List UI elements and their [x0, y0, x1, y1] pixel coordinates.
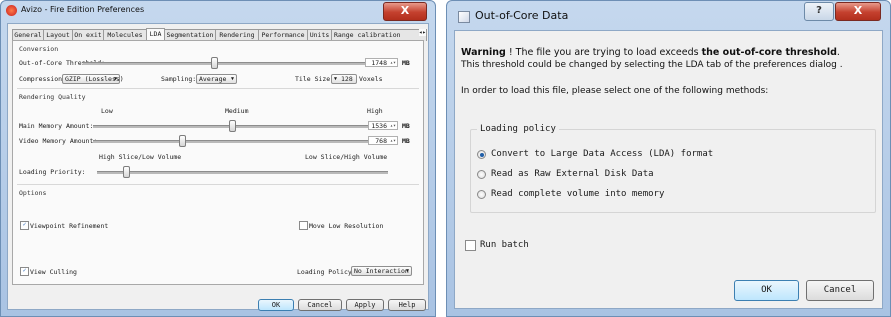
dropdown-arrow-icon: ▼: [334, 76, 338, 82]
rendering-divider: [17, 184, 419, 185]
lda-tab-pane: Conversion Out-of-Core Threshold: 1748 ▴▾…: [12, 40, 424, 285]
spin-arrows-icon[interactable]: ▴▾: [390, 137, 396, 146]
threshold-spinbox[interactable]: 1748 ▴▾: [365, 58, 398, 67]
main-memory-slider-track[interactable]: [93, 125, 388, 128]
video-memory-slider-handle[interactable]: [178, 135, 186, 147]
tile-size-select[interactable]: ▼ 128: [331, 74, 357, 84]
dialog-body: Warning ! The file you are trying to loa…: [454, 30, 883, 309]
video-memory-value: 768: [375, 137, 387, 145]
convert-lda-label[interactable]: Convert to Large Data Access (LDA) forma…: [491, 149, 713, 159]
dropdown-arrow-icon: ▼: [405, 268, 409, 274]
high-slice-low-volume-label: High Slice/Low Volume: [99, 153, 182, 161]
sampling-select[interactable]: Average ▼: [196, 74, 237, 84]
dialog-ok-button[interactable]: OK: [734, 280, 799, 301]
threshold-slider-handle[interactable]: [210, 57, 218, 69]
loading-policy-label: Loading Policy:: [297, 268, 356, 276]
quality-medium-label: Medium: [225, 107, 249, 115]
loading-policy-value: No Interaction: [354, 267, 409, 275]
dialog-app-icon: [458, 11, 470, 23]
run-batch-checkbox[interactable]: [465, 240, 476, 251]
dropdown-arrow-icon: ▼: [113, 76, 117, 82]
main-memory-spinbox[interactable]: 1536 ▴▾: [368, 121, 398, 130]
cancel-button[interactable]: Cancel: [298, 299, 342, 311]
read-memory-label[interactable]: Read complete volume into memory: [491, 189, 664, 199]
conversion-divider: [17, 88, 419, 89]
dialog-title: Out-of-Core Data: [475, 9, 569, 22]
instruction-text: In order to load this file, please selec…: [461, 86, 769, 96]
warning-message: Warning ! The file you are trying to loa…: [461, 47, 840, 58]
preferences-tab-bar: General Layout On exit Molecules LDA Seg…: [12, 28, 427, 41]
threshold-slider-track[interactable]: [83, 62, 387, 65]
main-memory-slider-handle[interactable]: [228, 120, 236, 132]
viewpoint-refinement-label: Viewpoint Refinement: [30, 222, 109, 230]
conversion-section-title: Conversion: [19, 45, 59, 53]
read-memory-radio[interactable]: [477, 190, 486, 199]
low-slice-high-volume-label: Low Slice/High Volume: [305, 153, 388, 161]
preferences-title: Avizo - Fire Edition Preferences: [21, 5, 145, 14]
move-low-resolution-checkbox[interactable]: [299, 221, 308, 230]
spin-arrows-icon[interactable]: ▴▾: [390, 122, 396, 131]
loading-priority-slider-track[interactable]: [97, 171, 388, 174]
spin-arrows-icon[interactable]: ▴▾: [390, 59, 396, 68]
apply-button[interactable]: Apply: [346, 299, 384, 311]
options-section-title: Options: [19, 189, 47, 197]
threshold-emphasis: the out-of-core threshold: [701, 47, 837, 58]
threshold-unit: MB: [402, 59, 410, 67]
video-memory-slider-track[interactable]: [93, 140, 388, 143]
quality-low-label: Low: [101, 107, 113, 115]
view-culling-checkbox[interactable]: ✓: [20, 267, 29, 276]
video-memory-unit: MB: [402, 137, 410, 145]
loading-priority-label: Loading Priority:: [19, 168, 86, 176]
run-batch-label[interactable]: Run batch: [480, 240, 529, 250]
read-raw-radio[interactable]: [477, 170, 486, 179]
ok-button[interactable]: OK: [258, 299, 294, 311]
video-memory-spinbox[interactable]: 768 ▴▾: [368, 136, 398, 145]
tile-size-unit: Voxels: [359, 75, 383, 83]
loading-priority-slider-handle[interactable]: [123, 166, 131, 178]
warning-end: .: [836, 47, 840, 58]
warning-label: Warning: [461, 47, 506, 58]
threshold-hint-text: This threshold could be changed by selec…: [461, 60, 843, 70]
loading-policy-group-title: Loading policy: [477, 124, 559, 134]
threshold-value: 1748: [371, 59, 387, 67]
preferences-body: General Layout On exit Molecules LDA Seg…: [7, 23, 429, 311]
view-culling-label: View Culling: [30, 268, 77, 276]
preferences-titlebar[interactable]: Avizo - Fire Edition Preferences X: [1, 1, 435, 23]
quality-high-label: High: [367, 107, 383, 115]
move-low-resolution-label: Move Low Resolution: [309, 222, 384, 230]
main-memory-unit: MB: [402, 122, 410, 130]
dialog-titlebar[interactable]: Out-of-Core Data ? X: [447, 1, 890, 29]
main-memory-label: Main Memory Amount:: [19, 122, 94, 130]
preferences-close-button[interactable]: X: [383, 2, 427, 21]
compression-label: Compression:: [19, 75, 66, 83]
dialog-close-button[interactable]: X: [835, 2, 881, 21]
dropdown-arrow-icon: ▼: [230, 76, 234, 82]
dialog-help-button[interactable]: ?: [804, 2, 834, 21]
tile-size-label: Tile Size:: [295, 75, 335, 83]
loading-policy-select[interactable]: No Interaction ▼: [351, 266, 412, 276]
out-of-core-dialog: Out-of-Core Data ? X Warning ! The file …: [446, 0, 891, 317]
tile-size-value: 128: [341, 75, 353, 83]
preferences-window: Avizo - Fire Edition Preferences X Gener…: [0, 0, 436, 317]
warning-text: ! The file you are trying to load exceed…: [505, 47, 702, 58]
viewpoint-refinement-checkbox[interactable]: ✓: [20, 221, 29, 230]
convert-lda-radio[interactable]: [477, 150, 486, 159]
tab-scroll-arrows[interactable]: ◂▸: [418, 29, 426, 36]
rendering-quality-section-title: Rendering Quality: [19, 93, 86, 101]
sampling-value: Average: [199, 75, 227, 83]
help-button[interactable]: Help: [388, 299, 426, 311]
main-memory-value: 1536: [371, 122, 387, 130]
dialog-cancel-button[interactable]: Cancel: [806, 280, 874, 301]
video-memory-label: Video Memory Amount:: [19, 137, 98, 145]
compression-select[interactable]: GZIP (Lossless) ▼: [62, 74, 124, 84]
sampling-label: Sampling:: [161, 75, 197, 83]
read-raw-label[interactable]: Read as Raw External Disk Data: [491, 169, 654, 179]
avizo-app-icon: [6, 5, 17, 16]
